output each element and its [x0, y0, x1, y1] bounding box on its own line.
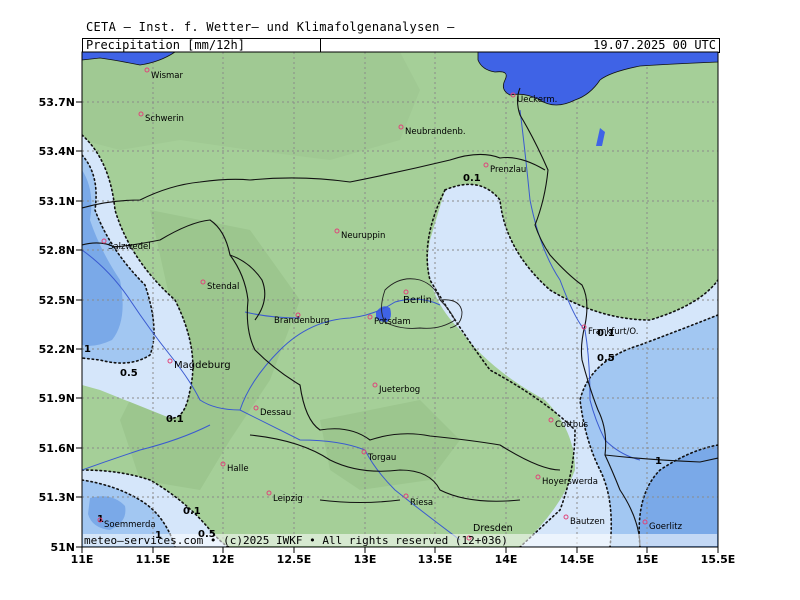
svg-text:Goerlitz: Goerlitz	[649, 522, 683, 532]
copyright-text: meteo—services.com • (c)2025 IWKF • All …	[84, 534, 508, 547]
svg-text:Halle: Halle	[227, 464, 249, 474]
city-cottbus: Cottbus	[548, 417, 589, 430]
lat-label: 52.2N	[39, 343, 75, 356]
lat-label: 51.6N	[39, 442, 75, 455]
lat-axis-labels: 53.7N 53.4N 53.1N 52.8N 52.5N 52.2N 51.9…	[39, 96, 75, 554]
lat-label: 53.7N	[39, 96, 75, 109]
green-shade-north	[82, 52, 420, 160]
svg-text:Berlin: Berlin	[403, 295, 432, 306]
svg-text:Neubrandenb.: Neubrandenb.	[405, 127, 466, 137]
city-dessau: Dessau	[253, 405, 291, 418]
lon-label: 15.5E	[701, 553, 736, 566]
svg-text:Neuruppin: Neuruppin	[341, 231, 385, 241]
city-potsdam: Potsdam	[367, 314, 411, 327]
svg-text:Brandenburg: Brandenburg	[274, 316, 329, 326]
lon-label: 11.5E	[136, 553, 171, 566]
lat-label: 52.5N	[39, 294, 75, 307]
city-frankfurt-oder: Frankfurt/O.	[581, 324, 638, 337]
lat-label: 51.9N	[39, 392, 75, 405]
city-soemmerda: Soemmerda	[97, 517, 156, 530]
svg-text:Bautzen: Bautzen	[570, 517, 605, 527]
contour-label: 0.5	[120, 368, 138, 379]
city-bautzen: Bautzen	[563, 514, 605, 527]
city-neuruppin: Neuruppin	[334, 228, 385, 241]
svg-text:Soemmerda: Soemmerda	[104, 520, 156, 530]
lat-label: 53.4N	[39, 145, 75, 158]
contour-label: 0.1	[463, 173, 481, 184]
city-prenzlau: Prenzlau	[483, 162, 526, 175]
svg-text:Wismar: Wismar	[151, 71, 183, 81]
svg-text:Stendal: Stendal	[207, 282, 239, 292]
city-neubrandenburg: Neubrandenb.	[398, 124, 466, 137]
svg-text:Cottbus: Cottbus	[555, 420, 589, 430]
city-stendal: Stendal	[200, 279, 239, 292]
svg-text:Torgau: Torgau	[367, 453, 396, 463]
lon-label: 12E	[212, 553, 235, 566]
contour-label: 1	[655, 456, 662, 467]
lon-label: 14.5E	[560, 553, 595, 566]
lon-label: 12.5E	[277, 553, 312, 566]
svg-text:Dresden: Dresden	[473, 523, 513, 534]
svg-text:Salzwedel: Salzwedel	[108, 242, 151, 252]
contour-label: 1	[84, 344, 91, 355]
lat-label: 53.1N	[39, 195, 75, 208]
lon-axis-labels: 11E 11.5E 12E 12.5E 13E 13.5E 14E 14.5E …	[71, 553, 736, 566]
city-hoyerswerda: Hoyerswerda	[535, 474, 598, 487]
svg-text:Schwerin: Schwerin	[145, 114, 184, 124]
svg-text:Jueterbog: Jueterbog	[378, 385, 420, 395]
svg-text:Ueckerm.: Ueckerm.	[517, 95, 557, 105]
svg-text:Leipzig: Leipzig	[273, 494, 303, 504]
contour-label: 0.1	[166, 414, 184, 425]
svg-text:Riesa: Riesa	[410, 498, 433, 508]
city-ueckermuende: Ueckerm.	[510, 92, 557, 105]
svg-text:Frankfurt/O.: Frankfurt/O.	[588, 327, 638, 337]
precipitation-map: 11E 11.5E 12E 12.5E 13E 13.5E 14E 14.5E …	[39, 51, 736, 566]
city-goerlitz: Goerlitz	[642, 519, 683, 532]
svg-text:Hoyerswerda: Hoyerswerda	[542, 477, 598, 487]
lon-label: 13.5E	[418, 553, 453, 566]
lat-label: 51N	[50, 541, 75, 554]
contour-label: 0.1	[183, 506, 201, 517]
svg-text:Magdeburg: Magdeburg	[174, 360, 231, 371]
lat-label: 51.3N	[39, 491, 75, 504]
lon-label: 11E	[71, 553, 94, 566]
svg-text:Prenzlau: Prenzlau	[490, 165, 526, 175]
svg-text:Dessau: Dessau	[260, 408, 291, 418]
lon-label: 15E	[636, 553, 659, 566]
lon-label: 13E	[354, 553, 377, 566]
city-magdeburg: Magdeburg	[167, 358, 231, 371]
map-area	[82, 52, 718, 547]
lon-label: 14E	[495, 553, 518, 566]
contour-label: 0.5	[597, 353, 615, 364]
lat-label: 52.8N	[39, 244, 75, 257]
city-jueterbog: Jueterbog	[372, 382, 420, 395]
svg-text:Potsdam: Potsdam	[374, 317, 411, 327]
city-schwerin: Schwerin	[138, 111, 184, 124]
